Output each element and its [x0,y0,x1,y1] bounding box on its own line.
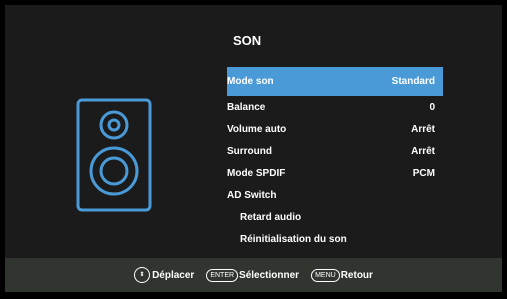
menu-item-label: Volume auto [227,124,287,135]
menu-item-label: Mode son [227,76,274,87]
select-label: Sélectionner [239,269,300,281]
menu-item-label: Balance [227,102,266,113]
move-hint: ⇕ Déplacer [134,267,194,283]
select-hint: ENTER Sélectionner [206,268,300,282]
menu-item-auto-volume[interactable]: Volume auto Arrêt [227,119,443,141]
hint-bar: ⇕ Déplacer ENTER Sélectionner MENU Retou… [5,258,502,292]
menu-item-surround[interactable]: Surround Arrêt [227,141,443,163]
enter-key-icon: ENTER [206,268,239,282]
menu-item-balance[interactable]: Balance 0 [227,97,443,119]
menu-item-label: Retard audio [240,212,302,223]
menu-item-sound-reset[interactable]: Réinitialisation du son [227,229,443,251]
menu-item-label: Surround [227,146,272,157]
menu-item-audio-delay[interactable]: Retard audio [227,207,443,229]
move-label: Déplacer [152,269,195,281]
menu-item-label: AD Switch [227,190,277,201]
menu-item-value: PCM [412,168,435,179]
sound-menu: Mode son Standard Balance 0 Volume auto … [227,67,443,251]
menu-item-sound-mode[interactable]: Mode son Standard [227,67,443,96]
menu-item-label: Mode SPDIF [227,168,286,179]
menu-item-label: Réinitialisation du son [240,234,347,245]
menu-key-icon: MENU [311,268,340,282]
menu-item-spdif-mode[interactable]: Mode SPDIF PCM [227,163,443,185]
menu-item-value: Standard [391,76,435,87]
back-hint: MENU Retour [311,268,373,282]
menu-item-value: Arrêt [411,124,435,135]
speaker-icon [76,98,152,212]
page-title: SON [233,33,262,48]
menu-item-value: Arrêt [411,146,435,157]
menu-item-ad-switch[interactable]: AD Switch [227,185,443,207]
back-label: Retour [340,269,373,281]
up-down-arrows-icon: ⇕ [134,267,151,283]
menu-item-value: 0 [429,102,435,113]
